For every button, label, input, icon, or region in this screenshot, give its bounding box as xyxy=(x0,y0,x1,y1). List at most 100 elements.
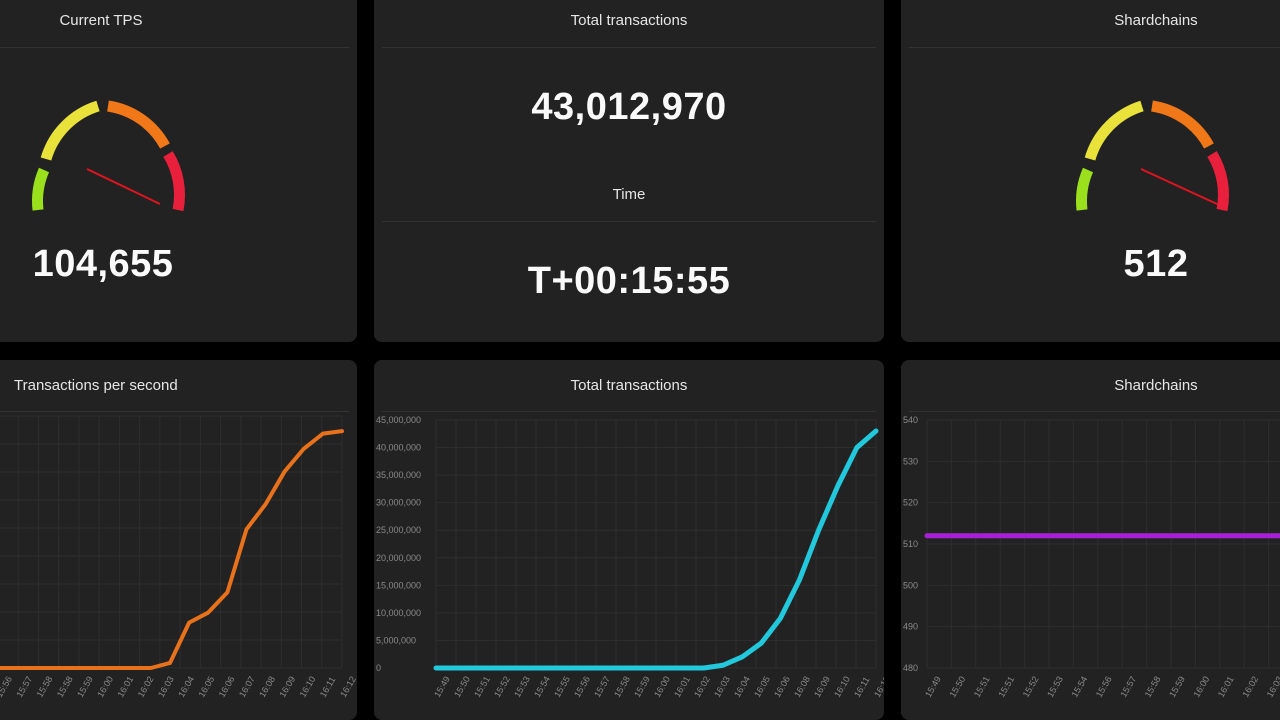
y-tick-label: 5,000,000 xyxy=(376,635,416,645)
y-tick-label: 20,000,000 xyxy=(376,553,421,563)
x-tick-label: 16:11 xyxy=(318,675,338,699)
x-tick-label: 15:58 xyxy=(612,674,632,699)
x-tick-label: 15:56 xyxy=(0,674,14,699)
x-tick-label: 16:00 xyxy=(652,674,672,699)
x-tick-label: 15:52 xyxy=(492,674,512,699)
y-tick-label: 10,000,000 xyxy=(376,608,421,618)
x-tick-label: 15:57 xyxy=(592,674,612,699)
y-tick-label: 530 xyxy=(903,456,918,466)
x-tick-label: 16:11 xyxy=(852,675,872,699)
total-tx-panel: Total transactions 43,012,970 Time T+00:… xyxy=(374,0,884,342)
x-tick-label: 15:50 xyxy=(947,674,967,699)
time-title: Time xyxy=(612,186,646,203)
x-tick-label: 16:08 xyxy=(792,674,812,699)
tps-line-chart: 15:56 15:57 15:58 15:58 15:59 16:00 16:01 16:02… xyxy=(0,415,357,699)
gauge-seg-yellow xyxy=(1084,100,1144,161)
x-tick-label: 15:53 xyxy=(1045,674,1065,699)
y-tick-label: 480 xyxy=(903,663,918,673)
x-tick-label: 15:49 xyxy=(923,674,943,699)
gauge-seg-green xyxy=(1076,167,1094,211)
current-tps-value: 104,655 xyxy=(32,243,174,285)
y-tick-label: 0 xyxy=(376,663,381,673)
x-tick-label: 16:00 xyxy=(95,674,115,699)
x-tick-label: 16:03 xyxy=(1265,674,1280,699)
gauge-needle xyxy=(86,168,161,205)
shardchains-value: 512 xyxy=(1123,243,1189,285)
x-tick-label: 16:13 xyxy=(872,674,884,699)
x-tick-label: 16:03 xyxy=(156,674,176,699)
x-tick-label: 15:58 xyxy=(55,674,75,699)
x-tick-label: 16:12 xyxy=(338,674,357,699)
x-tick-label: 16:10 xyxy=(298,674,318,699)
y-tick-label: 520 xyxy=(903,498,918,508)
x-tick-label: 16:06 xyxy=(772,674,792,699)
x-tick-label: 16:06 xyxy=(217,674,237,699)
x-tick-label: 16:05 xyxy=(752,674,772,699)
time-value: T+00:15:55 xyxy=(527,260,731,302)
total-tx-title: Total transactions xyxy=(570,12,688,29)
x-tick-label: 15:59 xyxy=(75,674,95,699)
x-tick-label: 16:01 xyxy=(115,674,135,699)
total-tx-chart-title: Total transactions xyxy=(570,377,688,394)
total-tx-chart-panel: Total transactions 15:49 15:50 15:51 15:52 1… xyxy=(374,360,884,720)
x-tick-label: 16:07 xyxy=(237,674,257,699)
y-tick-label: 40,000,000 xyxy=(376,443,421,453)
x-tick-label: 16:09 xyxy=(277,674,297,699)
gauge-seg-green xyxy=(32,167,50,211)
x-tick-label: 15:54 xyxy=(532,674,552,699)
tps-chart-title: Transactions per second xyxy=(14,377,178,394)
y-tick-label: 45,000,000 xyxy=(376,415,421,425)
x-tick-label: 15:53 xyxy=(512,674,532,699)
x-tick-label: 16:04 xyxy=(176,674,196,699)
x-tick-label: 15:58 xyxy=(1143,674,1163,699)
current-tps-title: Current TPS xyxy=(59,12,143,29)
total-tx-line-chart: 15:49 15:50 15:51 15:52 15:53 15:54 15:55 15:56… xyxy=(376,415,884,699)
x-tick-label: 16:00 xyxy=(1191,674,1211,699)
gauge-seg-orange xyxy=(1151,100,1214,149)
gauge-seg-red xyxy=(163,151,185,212)
current-tps-panel: Current TPS 104,655 xyxy=(0,0,357,342)
y-tick-label: 30,000,000 xyxy=(376,498,421,508)
x-tick-label: 15:58 xyxy=(35,674,55,699)
y-tick-label: 15,000,000 xyxy=(376,580,421,590)
total-tx-value: 43,012,970 xyxy=(531,86,727,128)
x-tick-label: 16:02 xyxy=(136,674,156,699)
x-tick-label: 15:51 xyxy=(472,674,492,699)
gauge-seg-orange xyxy=(107,100,170,149)
x-tick-label: 15:50 xyxy=(452,674,472,699)
x-tick-label: 16:09 xyxy=(812,674,832,699)
x-tick-label: 16:08 xyxy=(257,674,277,699)
x-tick-label: 16:03 xyxy=(712,674,732,699)
gauge-seg-yellow xyxy=(40,100,100,161)
x-tick-label: 16:01 xyxy=(672,674,692,699)
x-tick-label: 16:04 xyxy=(732,674,752,699)
x-tick-label: 15:57 xyxy=(14,674,34,699)
x-tick-label: 15:54 xyxy=(1069,674,1089,699)
y-tick-label: 25,000,000 xyxy=(376,525,421,535)
x-tick-label: 15:59 xyxy=(632,674,652,699)
shard-chart-title: Shardchains xyxy=(1114,377,1198,394)
shardchains-line-chart: 15:49 15:50 15:51 15:51 15:52 15:53 15:54 15:56… xyxy=(903,415,1280,699)
y-tick-label: 540 xyxy=(903,415,918,425)
shardchains-title: Shardchains xyxy=(1114,12,1198,29)
y-tick-label: 510 xyxy=(903,539,918,549)
x-tick-label: 15:49 xyxy=(432,674,452,699)
shardchains-panel: Shardchains 512 xyxy=(901,0,1280,342)
y-tick-label: 500 xyxy=(903,580,918,590)
x-tick-label: 16:02 xyxy=(692,674,712,699)
y-tick-label: 490 xyxy=(903,622,918,632)
x-tick-label: 15:51 xyxy=(996,674,1016,699)
x-tick-label: 16:05 xyxy=(196,674,216,699)
x-tick-label: 15:57 xyxy=(1118,674,1138,699)
x-tick-label: 15:55 xyxy=(552,674,572,699)
shard-chart-panel: Shardchains 15:49 15:50 15:51 15:51 15:52 15:… xyxy=(901,360,1280,720)
x-tick-label: 15:52 xyxy=(1021,674,1041,699)
x-tick-label: 15:59 xyxy=(1167,674,1187,699)
y-tick-label: 35,000,000 xyxy=(376,470,421,480)
gauge-needle xyxy=(1140,168,1218,205)
x-tick-label: 16:10 xyxy=(832,674,852,699)
x-tick-label: 15:51 xyxy=(972,674,992,699)
series-line xyxy=(0,429,344,670)
x-tick-label: 15:56 xyxy=(572,674,592,699)
x-tick-label: 16:01 xyxy=(1216,674,1236,699)
